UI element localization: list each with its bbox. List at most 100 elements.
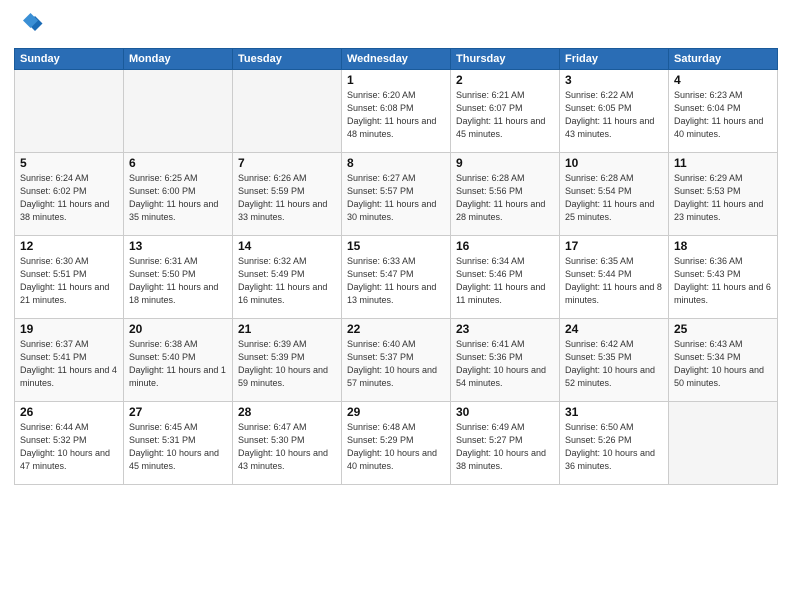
day-of-week-header: Thursday <box>451 49 560 70</box>
day-info: Sunrise: 6:39 AM Sunset: 5:39 PM Dayligh… <box>238 338 336 390</box>
calendar-cell: 22Sunrise: 6:40 AM Sunset: 5:37 PM Dayli… <box>342 319 451 402</box>
day-info: Sunrise: 6:26 AM Sunset: 5:59 PM Dayligh… <box>238 172 336 224</box>
calendar-cell: 13 Sunrise: 6:31 AM Sunset: 5:50 PM Dayli… <box>124 236 233 319</box>
day-number: 11 <box>674 156 772 170</box>
calendar-cell: 27 Sunrise: 6:45 AM Sunset: 5:31 PM Dayli… <box>124 402 233 485</box>
calendar-cell: 19 Sunrise: 6:37 AM Sunset: 5:41 PM Dayli… <box>15 319 124 402</box>
day-number: 23 <box>456 322 554 336</box>
day-number: 6 <box>129 156 227 170</box>
day-number: 21 <box>238 322 336 336</box>
day-of-week-header: Saturday <box>669 49 778 70</box>
day-info: Sunrise: 6:29 AM Sunset: 5:53 PM Dayligh… <box>674 172 772 224</box>
day-info: Sunrise: 6:28 AM Sunset: 5:56 PM Dayligh… <box>456 172 554 224</box>
calendar-cell: 29 Sunrise: 6:48 AM Sunset: 5:29 PM Dayli… <box>342 402 451 485</box>
day-number: 16 <box>456 239 554 253</box>
day-info: Sunrise: 6:41 AM Sunset: 5:36 PM Dayligh… <box>456 338 554 390</box>
day-number: 7 <box>238 156 336 170</box>
day-number: 24 <box>565 322 663 336</box>
calendar-cell: 6 Sunrise: 6:25 AM Sunset: 6:00 PM Daylig… <box>124 153 233 236</box>
day-info: Sunrise: 6:30 AM Sunset: 5:51 PM Dayligh… <box>20 255 118 307</box>
day-info: Sunrise: 6:20 AM Sunset: 6:08 PM Dayligh… <box>347 89 445 141</box>
calendar-cell: 23 Sunrise: 6:41 AM Sunset: 5:36 PM Dayli… <box>451 319 560 402</box>
calendar-week-row: 1 Sunrise: 6:20 AM Sunset: 6:08 PM Daylig… <box>15 70 778 153</box>
day-info: Sunrise: 6:49 AM Sunset: 5:27 PM Dayligh… <box>456 421 554 473</box>
day-info: Sunrise: 6:50 AM Sunset: 5:26 PM Dayligh… <box>565 421 663 473</box>
day-number: 29 <box>347 405 445 419</box>
calendar-cell: 24 Sunrise: 6:42 AM Sunset: 5:35 PM Dayli… <box>560 319 669 402</box>
calendar-cell: 14 Sunrise: 6:32 AM Sunset: 5:49 PM Dayli… <box>233 236 342 319</box>
day-number: 31 <box>565 405 663 419</box>
day-number: 25 <box>674 322 772 336</box>
calendar-cell: 31 Sunrise: 6:50 AM Sunset: 5:26 PM Dayli… <box>560 402 669 485</box>
day-of-week-header: Sunday <box>15 49 124 70</box>
calendar-cell: 20 Sunrise: 6:38 AM Sunset: 5:40 PM Dayli… <box>124 319 233 402</box>
day-number: 17 <box>565 239 663 253</box>
day-info: Sunrise: 6:38 AM Sunset: 5:40 PM Dayligh… <box>129 338 227 390</box>
day-number: 10 <box>565 156 663 170</box>
day-info: Sunrise: 6:33 AM Sunset: 5:47 PM Dayligh… <box>347 255 445 307</box>
header <box>14 10 778 40</box>
day-info: Sunrise: 6:37 AM Sunset: 5:41 PM Dayligh… <box>20 338 118 390</box>
calendar-week-row: 12 Sunrise: 6:30 AM Sunset: 5:51 PM Dayli… <box>15 236 778 319</box>
calendar-cell: 16Sunrise: 6:34 AM Sunset: 5:46 PM Dayli… <box>451 236 560 319</box>
calendar-cell: 12 Sunrise: 6:30 AM Sunset: 5:51 PM Dayli… <box>15 236 124 319</box>
day-of-week-header: Friday <box>560 49 669 70</box>
calendar-week-row: 19 Sunrise: 6:37 AM Sunset: 5:41 PM Dayli… <box>15 319 778 402</box>
calendar-cell: 4 Sunrise: 6:23 AM Sunset: 6:04 PM Daylig… <box>669 70 778 153</box>
day-number: 4 <box>674 73 772 87</box>
day-info: Sunrise: 6:23 AM Sunset: 6:04 PM Dayligh… <box>674 89 772 141</box>
day-number: 30 <box>456 405 554 419</box>
calendar-cell: 17 Sunrise: 6:35 AM Sunset: 5:44 PM Dayli… <box>560 236 669 319</box>
day-number: 12 <box>20 239 118 253</box>
day-number: 15 <box>347 239 445 253</box>
day-info: Sunrise: 6:44 AM Sunset: 5:32 PM Dayligh… <box>20 421 118 473</box>
day-number: 14 <box>238 239 336 253</box>
day-number: 9 <box>456 156 554 170</box>
day-of-week-header: Wednesday <box>342 49 451 70</box>
day-info: Sunrise: 6:45 AM Sunset: 5:31 PM Dayligh… <box>129 421 227 473</box>
day-number: 27 <box>129 405 227 419</box>
day-number: 5 <box>20 156 118 170</box>
day-number: 1 <box>347 73 445 87</box>
day-number: 22 <box>347 322 445 336</box>
calendar-week-row: 26 Sunrise: 6:44 AM Sunset: 5:32 PM Dayli… <box>15 402 778 485</box>
day-info: Sunrise: 6:27 AM Sunset: 5:57 PM Dayligh… <box>347 172 445 224</box>
day-info: Sunrise: 6:48 AM Sunset: 5:29 PM Dayligh… <box>347 421 445 473</box>
calendar-cell <box>15 70 124 153</box>
calendar-cell <box>233 70 342 153</box>
day-number: 13 <box>129 239 227 253</box>
logo-icon <box>14 10 44 40</box>
calendar-cell: 3 Sunrise: 6:22 AM Sunset: 6:05 PM Daylig… <box>560 70 669 153</box>
day-info: Sunrise: 6:28 AM Sunset: 5:54 PM Dayligh… <box>565 172 663 224</box>
calendar-header-row: SundayMondayTuesdayWednesdayThursdayFrid… <box>15 49 778 70</box>
day-info: Sunrise: 6:25 AM Sunset: 6:00 PM Dayligh… <box>129 172 227 224</box>
day-number: 3 <box>565 73 663 87</box>
day-info: Sunrise: 6:31 AM Sunset: 5:50 PM Dayligh… <box>129 255 227 307</box>
day-info: Sunrise: 6:22 AM Sunset: 6:05 PM Dayligh… <box>565 89 663 141</box>
day-info: Sunrise: 6:36 AM Sunset: 5:43 PM Dayligh… <box>674 255 772 307</box>
day-of-week-header: Monday <box>124 49 233 70</box>
day-number: 18 <box>674 239 772 253</box>
day-number: 20 <box>129 322 227 336</box>
calendar-week-row: 5 Sunrise: 6:24 AM Sunset: 6:02 PM Daylig… <box>15 153 778 236</box>
day-number: 26 <box>20 405 118 419</box>
day-info: Sunrise: 6:43 AM Sunset: 5:34 PM Dayligh… <box>674 338 772 390</box>
calendar-cell: 15 Sunrise: 6:33 AM Sunset: 5:47 PM Dayli… <box>342 236 451 319</box>
logo <box>14 10 48 40</box>
calendar-cell: 25 Sunrise: 6:43 AM Sunset: 5:34 PM Dayli… <box>669 319 778 402</box>
calendar-cell: 28 Sunrise: 6:47 AM Sunset: 5:30 PM Dayli… <box>233 402 342 485</box>
calendar-cell: 26 Sunrise: 6:44 AM Sunset: 5:32 PM Dayli… <box>15 402 124 485</box>
day-info: Sunrise: 6:42 AM Sunset: 5:35 PM Dayligh… <box>565 338 663 390</box>
day-info: Sunrise: 6:35 AM Sunset: 5:44 PM Dayligh… <box>565 255 663 307</box>
day-info: Sunrise: 6:47 AM Sunset: 5:30 PM Dayligh… <box>238 421 336 473</box>
calendar-cell: 2Sunrise: 6:21 AM Sunset: 6:07 PM Daylig… <box>451 70 560 153</box>
calendar-cell <box>124 70 233 153</box>
day-info: Sunrise: 6:32 AM Sunset: 5:49 PM Dayligh… <box>238 255 336 307</box>
calendar-cell: 9 Sunrise: 6:28 AM Sunset: 5:56 PM Daylig… <box>451 153 560 236</box>
day-number: 2 <box>456 73 554 87</box>
day-number: 19 <box>20 322 118 336</box>
day-number: 28 <box>238 405 336 419</box>
calendar-cell: 1 Sunrise: 6:20 AM Sunset: 6:08 PM Daylig… <box>342 70 451 153</box>
calendar-cell: 11 Sunrise: 6:29 AM Sunset: 5:53 PM Dayli… <box>669 153 778 236</box>
day-info: Sunrise: 6:24 AM Sunset: 6:02 PM Dayligh… <box>20 172 118 224</box>
